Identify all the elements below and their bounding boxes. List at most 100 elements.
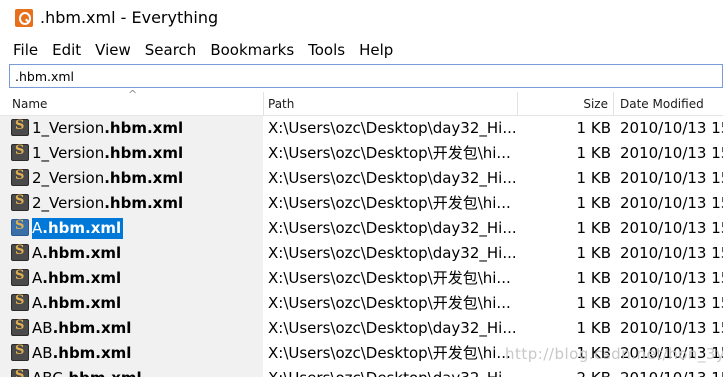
table-row[interactable]: 1_Version.hbm.xml X:\Users\ozc\Desktop\da… <box>0 116 723 141</box>
file-name-match: .hbm.xml <box>104 119 184 137</box>
date-modified-cell[interactable]: 2010/10/13 15 <box>620 116 723 141</box>
menu-bar: File Edit View Search Bookmarks Tools He… <box>0 38 723 62</box>
path-cell[interactable]: X:\Users\ozc\Desktop\day32_Hi... <box>268 241 516 266</box>
path-cell[interactable]: X:\Users\ozc\Desktop\开发包\hi... <box>268 266 516 291</box>
menu-view[interactable]: View <box>88 38 138 60</box>
title-bar: .hbm.xml - Everything <box>0 0 723 36</box>
name-cell[interactable]: ABC.hbm.xml <box>0 366 263 377</box>
path-cell[interactable]: X:\Users\ozc\Desktop\day32_Hi... <box>268 116 516 141</box>
size-cell[interactable]: 1 KB <box>545 291 611 316</box>
file-name[interactable]: A.hbm.xml <box>32 293 123 314</box>
menu-edit[interactable]: Edit <box>45 38 88 60</box>
table-row[interactable]: 1_Version.hbm.xml X:\Users\ozc\Desktop\开发… <box>0 141 723 166</box>
file-name-prefix: AB <box>32 319 53 337</box>
size-cell[interactable]: 2 KB <box>545 366 611 377</box>
file-name-prefix: ABC <box>32 369 63 377</box>
date-modified-cell[interactable]: 2010/10/13 15 <box>620 141 723 166</box>
date-modified-cell[interactable]: 2010/10/13 15 <box>620 241 723 266</box>
file-name-match: .hbm.xml <box>52 344 132 362</box>
column-divider[interactable] <box>613 92 614 116</box>
name-cell[interactable]: AB.hbm.xml <box>0 316 263 341</box>
menu-bookmarks[interactable]: Bookmarks <box>203 38 301 60</box>
name-cell[interactable]: 1_Version.hbm.xml <box>0 116 263 141</box>
size-cell[interactable]: 1 KB <box>545 266 611 291</box>
file-name-match: .hbm.xml <box>104 144 184 162</box>
table-row[interactable]: AB.hbm.xml X:\Users\ozc\Desktop\day32_Hi.… <box>0 316 723 341</box>
name-cell[interactable]: A.hbm.xml <box>0 266 263 291</box>
path-cell[interactable]: X:\Users\ozc\Desktop\day32_Hi... <box>268 216 516 241</box>
file-name[interactable]: 2_Version.hbm.xml <box>32 193 185 214</box>
date-modified-cell[interactable]: 2010/10/13 15 <box>620 266 723 291</box>
file-name[interactable]: A.hbm.xml <box>32 218 124 239</box>
xml-file-icon <box>11 143 29 161</box>
file-name-prefix: AB <box>32 344 53 362</box>
column-header-path[interactable]: Path <box>268 92 294 116</box>
size-cell[interactable]: 1 KB <box>545 216 611 241</box>
table-row[interactable]: A.hbm.xml X:\Users\ozc\Desktop\day32_Hi..… <box>0 216 723 241</box>
watermark: http://blog.csdn.net/hon_3y <box>505 345 723 363</box>
file-name[interactable]: AB.hbm.xml <box>32 318 133 339</box>
menu-help[interactable]: Help <box>352 38 400 60</box>
path-cell[interactable]: X:\Users\ozc\Desktop\day32_Hi... <box>268 166 516 191</box>
column-divider[interactable] <box>517 92 518 116</box>
table-row[interactable]: A.hbm.xml X:\Users\ozc\Desktop\day32_Hi..… <box>0 241 723 266</box>
file-name[interactable]: 1_Version.hbm.xml <box>32 118 185 139</box>
file-name[interactable]: ABC.hbm.xml <box>32 368 144 377</box>
name-cell[interactable]: A.hbm.xml <box>0 216 263 241</box>
table-row[interactable]: A.hbm.xml X:\Users\ozc\Desktop\开发包\hi... 1… <box>0 266 723 291</box>
path-cell[interactable]: X:\Users\ozc\Desktop\day32_Hi... <box>268 366 516 377</box>
file-name[interactable]: 1_Version.hbm.xml <box>32 143 185 164</box>
file-name-match: .hbm.xml <box>52 319 132 337</box>
size-cell[interactable]: 1 KB <box>545 316 611 341</box>
name-cell[interactable]: 2_Version.hbm.xml <box>0 166 263 191</box>
name-cell[interactable]: A.hbm.xml <box>0 241 263 266</box>
name-cell[interactable]: 2_Version.hbm.xml <box>0 191 263 216</box>
size-cell[interactable]: 1 KB <box>545 241 611 266</box>
search-input[interactable] <box>10 65 722 87</box>
size-cell[interactable]: 1 KB <box>545 191 611 216</box>
column-header-size[interactable]: Size <box>540 92 608 116</box>
menu-tools[interactable]: Tools <box>301 38 352 60</box>
name-cell[interactable]: A.hbm.xml <box>0 291 263 316</box>
file-name[interactable]: AB.hbm.xml <box>32 343 133 364</box>
xml-file-icon <box>11 318 29 336</box>
column-divider[interactable] <box>263 92 264 116</box>
date-modified-cell[interactable]: 2010/10/13 15 <box>620 216 723 241</box>
file-name-prefix: A <box>32 244 43 262</box>
path-cell[interactable]: X:\Users\ozc\Desktop\day32_Hi... <box>268 316 516 341</box>
file-name-prefix: 2_Version <box>32 169 105 187</box>
column-header-name[interactable]: Name <box>12 92 47 116</box>
path-cell[interactable]: X:\Users\ozc\Desktop\开发包\hi... <box>268 341 516 366</box>
date-modified-cell[interactable]: 2010/10/13 15 <box>620 191 723 216</box>
date-modified-cell[interactable]: 2010/10/13 15 <box>620 291 723 316</box>
xml-file-icon <box>11 168 29 186</box>
table-row[interactable]: ABC.hbm.xml X:\Users\ozc\Desktop\day32_Hi… <box>0 366 723 377</box>
menu-search[interactable]: Search <box>138 38 204 60</box>
size-cell[interactable]: 1 KB <box>545 141 611 166</box>
table-row[interactable]: 2_Version.hbm.xml X:\Users\ozc\Desktop\da… <box>0 166 723 191</box>
table-row[interactable]: A.hbm.xml X:\Users\ozc\Desktop\开发包\hi... 1… <box>0 291 723 316</box>
file-name[interactable]: A.hbm.xml <box>32 243 123 264</box>
size-cell[interactable]: 1 KB <box>545 166 611 191</box>
name-cell[interactable]: AB.hbm.xml <box>0 341 263 366</box>
file-name[interactable]: A.hbm.xml <box>32 268 123 289</box>
xml-file-icon <box>11 193 29 211</box>
file-name-prefix: A <box>32 294 43 312</box>
window-title: .hbm.xml - Everything <box>40 8 219 27</box>
column-header-date-modified[interactable]: Date Modified <box>620 92 704 116</box>
date-modified-cell[interactable]: 2010/10/13 15 <box>620 366 723 377</box>
file-name-prefix: 2_Version <box>32 194 105 212</box>
path-cell[interactable]: X:\Users\ozc\Desktop\开发包\hi... <box>268 191 516 216</box>
file-name-match: .hbm.xml <box>42 269 122 287</box>
size-cell[interactable]: 1 KB <box>545 116 611 141</box>
table-row[interactable]: 2_Version.hbm.xml X:\Users\ozc\Desktop\开发… <box>0 191 723 216</box>
date-modified-cell[interactable]: 2010/10/13 15 <box>620 316 723 341</box>
path-cell[interactable]: X:\Users\ozc\Desktop\开发包\hi... <box>268 141 516 166</box>
date-modified-cell[interactable]: 2010/10/13 15 <box>620 166 723 191</box>
name-cell[interactable]: 1_Version.hbm.xml <box>0 141 263 166</box>
menu-file[interactable]: File <box>0 38 45 60</box>
file-name-match: .hbm.xml <box>42 294 122 312</box>
file-name[interactable]: 2_Version.hbm.xml <box>32 168 185 189</box>
file-name-match: .hbm.xml <box>104 194 184 212</box>
path-cell[interactable]: X:\Users\ozc\Desktop\开发包\hi... <box>268 291 516 316</box>
